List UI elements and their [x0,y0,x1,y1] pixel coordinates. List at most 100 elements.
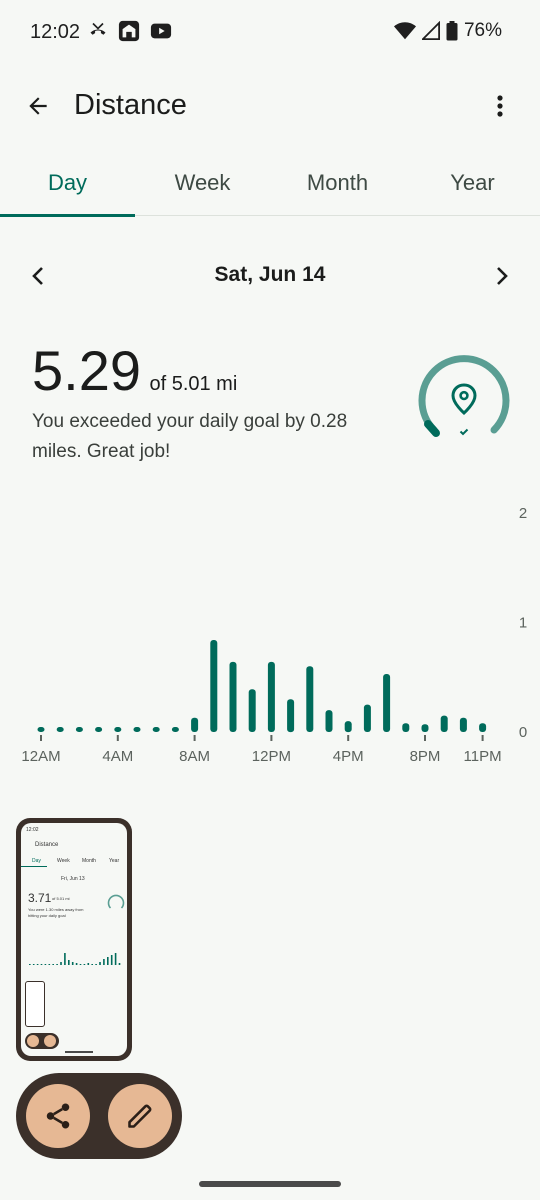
thumb-bar [87,963,90,965]
tab-week[interactable]: Week [135,160,270,216]
tab-year[interactable]: Year [405,160,540,216]
chart-bar-3PM[interactable] [325,710,333,732]
next-day-button[interactable] [486,258,518,294]
chart-bar-10AM[interactable] [229,661,237,732]
thumb-bar [103,959,105,965]
chart-bar-4PM[interactable] [344,721,352,733]
gesture-home-bar[interactable] [199,1181,341,1187]
chart-bar-3AM[interactable] [95,727,103,732]
chart-bar-5PM[interactable] [363,704,371,732]
arrow-back-icon [29,97,47,115]
chart-bar-2PM[interactable] [306,666,314,732]
x-tick-mark [116,735,119,741]
thumb-bar [118,963,121,965]
chart-bar-11AM[interactable] [248,689,256,732]
chart-bar-12AM[interactable] [37,727,45,732]
thumb-bar [99,962,101,965]
thumb-tab-year: Year [109,858,120,864]
thumb-value: 3.71 [28,891,52,905]
chart-bar-1AM[interactable] [56,727,64,732]
thumb-bar [91,964,93,965]
status-time: 12:02 [30,21,81,43]
edit-pencil-icon [128,1104,152,1128]
thumb-bar [75,963,78,965]
chart-bar-6PM[interactable] [383,674,391,732]
more-options-button[interactable] [482,88,518,124]
x-tick-label: 8AM [179,748,210,765]
x-tick-label: 12PM [252,748,291,765]
chart-bar-2AM[interactable] [75,727,83,732]
thumb-action-pill [25,1033,59,1049]
chart-bar-7PM[interactable] [402,723,410,732]
location-pin-icon [451,383,477,415]
chart-bar-11PM[interactable] [479,723,487,732]
screenshot-thumbnail[interactable]: 12:02 Distance Day Week Month Year Fri, … [16,818,132,1061]
tab-day[interactable]: Day [0,160,135,217]
thumbnail-preview: 12:02 Distance Day Week Month Year Fri, … [21,823,127,1056]
chart-bar-6AM[interactable] [152,727,160,732]
y-tick-label: 1 [519,615,527,632]
chevron-left-icon [32,267,43,285]
chart-bar-7AM[interactable] [171,727,179,732]
chart-bar-8AM[interactable] [191,717,199,732]
chart-bar-5AM[interactable] [133,727,141,732]
chart-bar-12PM[interactable] [267,661,275,732]
period-tabs: Day Week Month Year [0,160,540,217]
thumb-bar [32,964,35,965]
chart-bar-9AM[interactable] [210,640,218,732]
chart-bar-8PM[interactable] [421,724,429,732]
share-icon [46,1103,70,1129]
chart-bar-9PM[interactable] [440,715,448,732]
tab-month[interactable]: Month [270,160,405,216]
chart-bar-1PM[interactable] [287,699,295,733]
back-button[interactable] [20,88,56,124]
goal-message: You exceeded your daily goal by 0.28 mil… [32,411,348,462]
y-tick-label: 2 [519,505,527,522]
thumb-bar [56,964,58,965]
share-button[interactable] [26,1084,90,1148]
distance-value: 5.29 [32,339,141,402]
x-tick-mark [481,735,484,741]
x-tick-label: 8PM [410,748,441,765]
thumb-bar [64,953,66,965]
date-navigator: Sat, Jun 14 [0,252,540,300]
thumb-tab-indicator [21,866,47,867]
thumb-bar [48,964,51,965]
missed-call-icon [90,22,106,35]
chart-bar-10PM[interactable] [459,717,467,732]
thumb-message: You were 1.30 miles away from hitting yo… [28,907,84,918]
thumb-bar [83,964,86,965]
thumb-tab-month: Month [82,858,96,864]
x-tick-mark [347,735,350,741]
x-tick-label: 4PM [333,748,364,765]
y-tick-label: 0 [519,724,527,741]
battery-percent: 76% [463,20,502,41]
thumb-bar [107,957,109,965]
thumb-home-bar [65,1051,93,1053]
battery-icon [446,21,458,41]
x-tick-mark [424,735,426,741]
thumb-date: Fri, Jun 13 [61,876,85,882]
more-vert-icon [497,95,503,117]
youtube-icon [150,23,172,39]
cell-signal-icon [421,21,440,40]
date-label: Sat, Jun 14 [214,263,326,286]
status-right: 76% [393,20,502,42]
thumb-tab-week: Week [57,858,70,864]
edit-button[interactable] [108,1084,172,1148]
x-tick-mark [40,735,42,741]
thumb-title: Distance [35,842,59,848]
screenshot-actions [16,1073,182,1159]
thumb-chart [29,953,121,965]
thumb-bar [79,964,82,965]
thumb-bar [52,964,54,965]
distance-chart: 12AM 4AM 8AM 12PM 4PM 8PM 11PM 2 1 0 [0,500,540,780]
chart-bar-4AM[interactable] [114,727,122,732]
app-bar: Distance [0,78,540,138]
previous-day-button[interactable] [22,258,54,294]
thumb-bar [29,964,31,965]
thumb-bar [71,962,74,965]
thumb-goal: of 5.01 mi [52,896,70,901]
x-tick-mark [193,735,196,741]
goal-progress-ring [418,355,510,437]
